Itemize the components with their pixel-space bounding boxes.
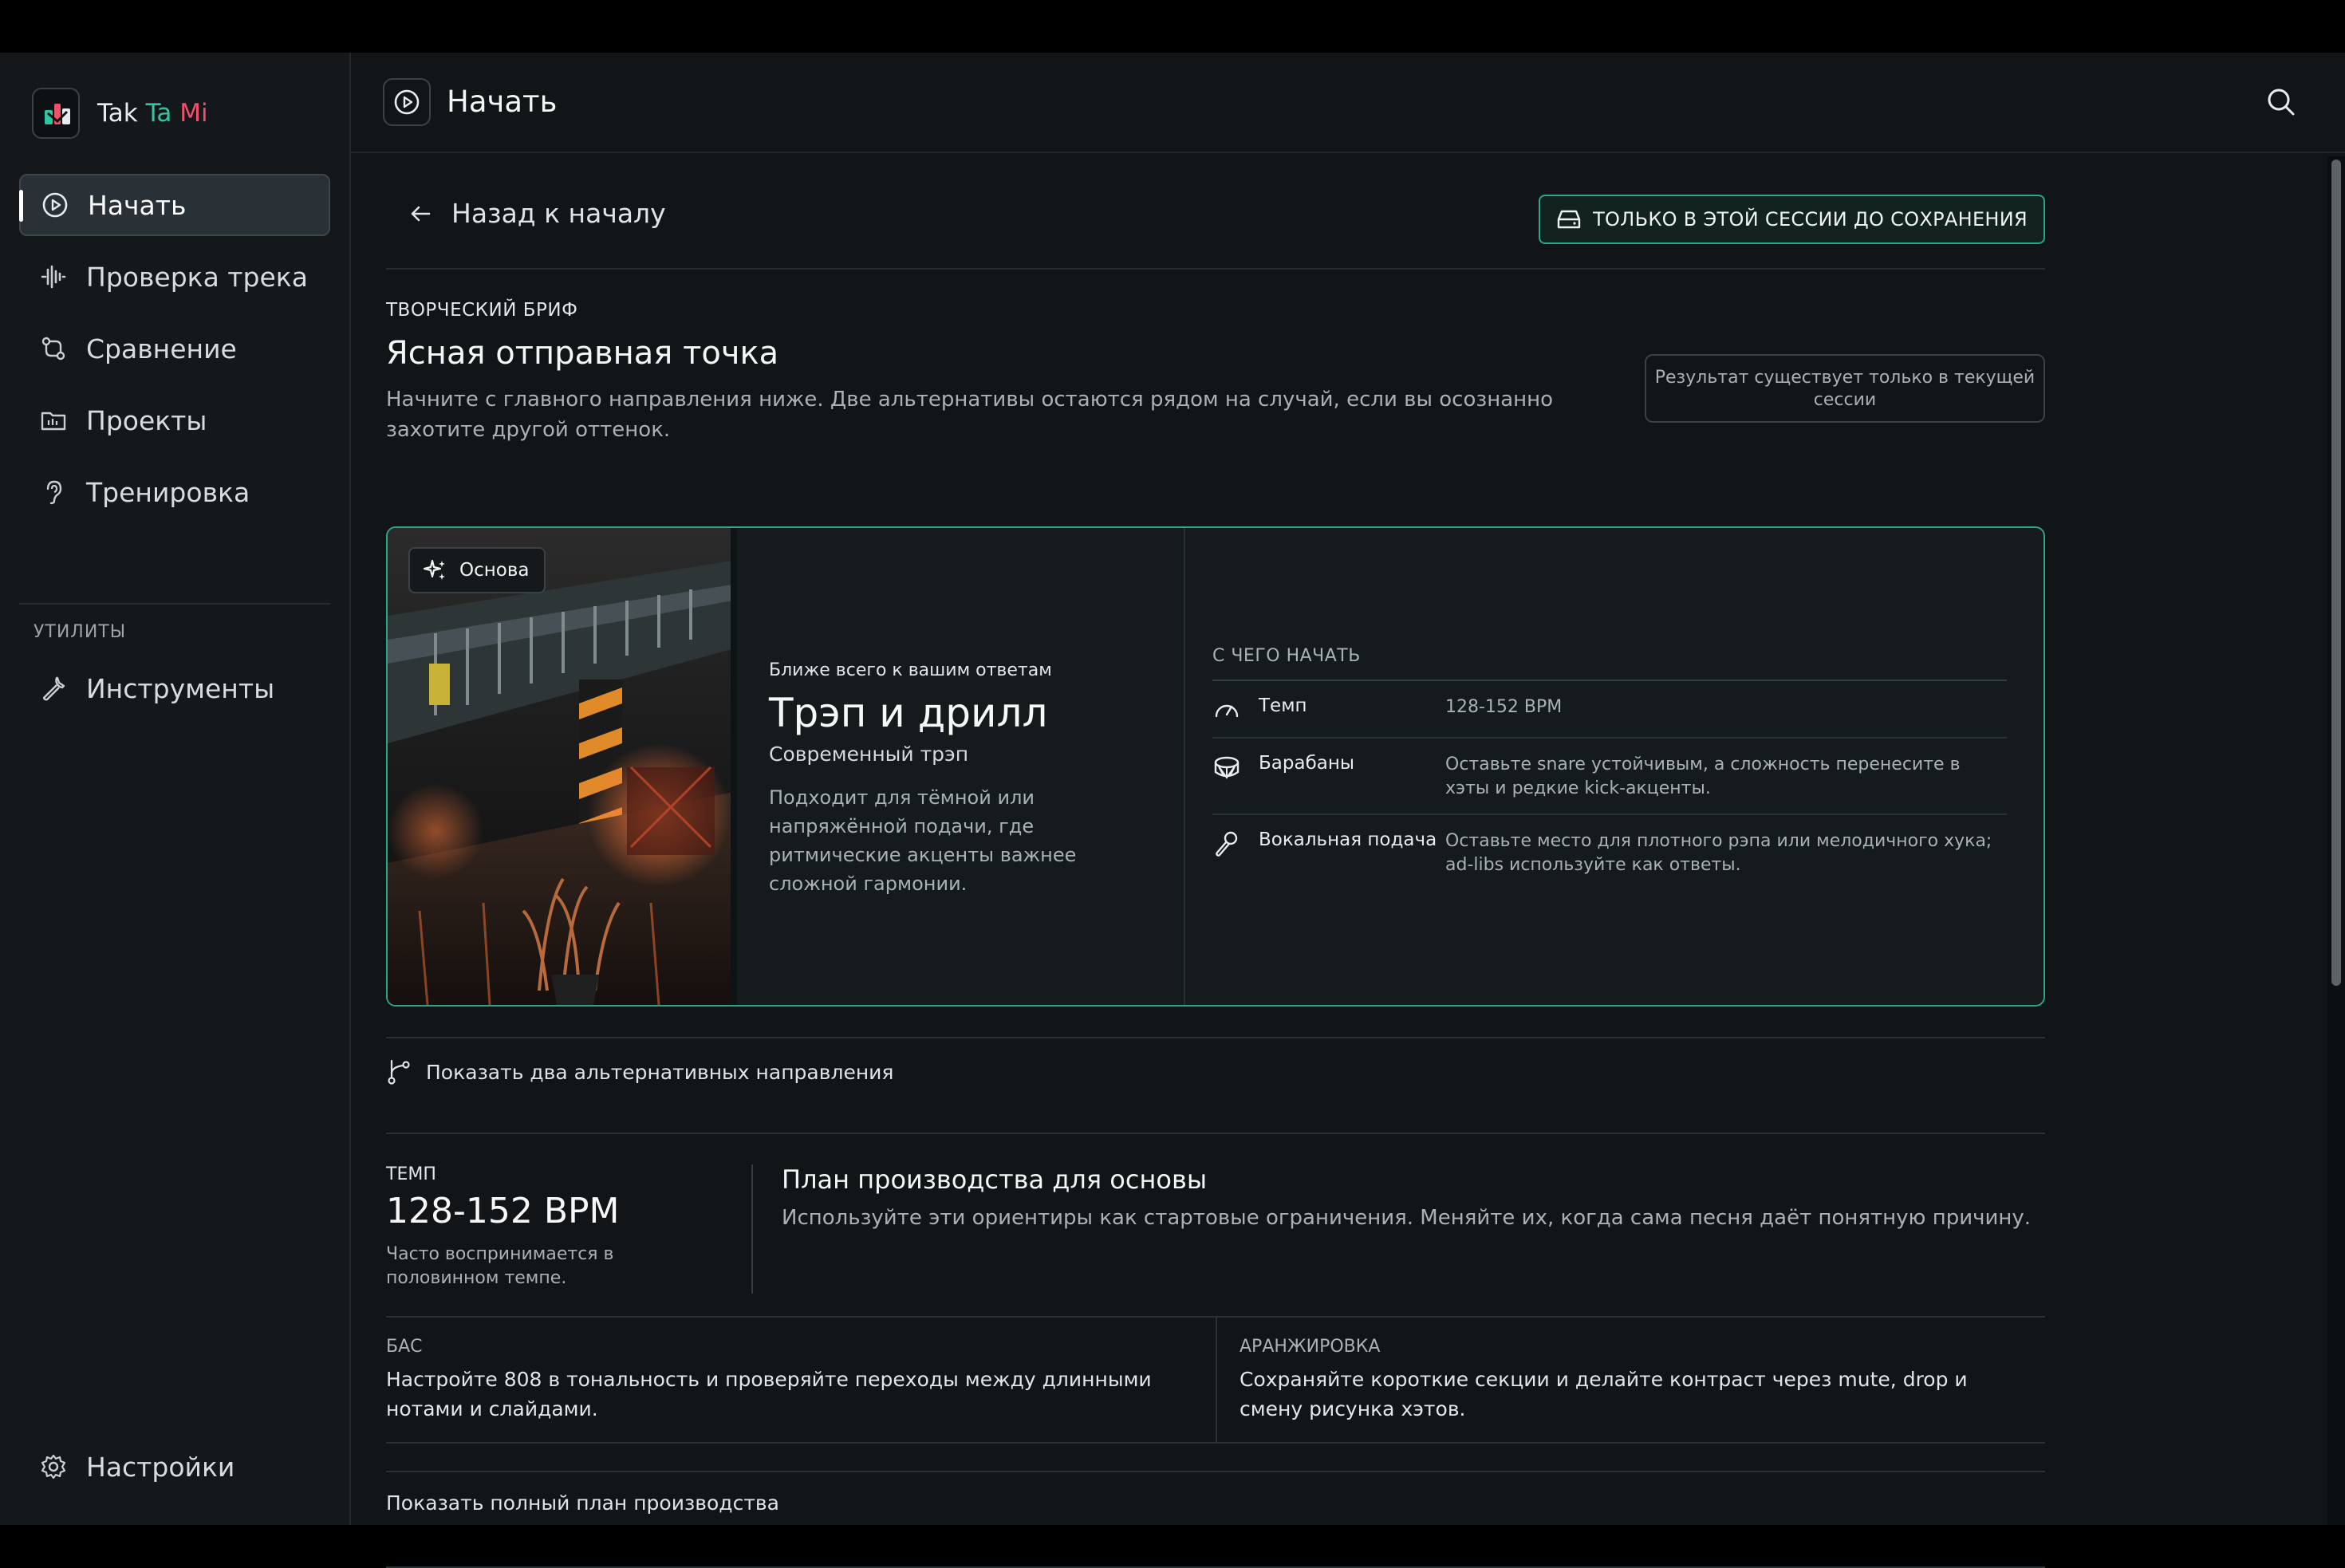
primary-title: Трэп и дрилл [769,690,1048,736]
primary-subtitle: Современный трэп [769,743,969,766]
brand-logo-icon [32,88,80,139]
page-header: Начать [351,53,2345,153]
primary-description: Подходит для тёмной или напряжённой пода… [769,786,1077,895]
primary-card-text: Ближе всего к вашим ответам Трэп и дрилл… [769,660,1152,898]
tempo-eyebrow: ТЕМП [386,1164,436,1184]
back-to-start-link[interactable]: Назад к началу [407,198,666,229]
brief-description: Начните с главного направления ниже. Две… [386,388,1554,442]
start-row-value: Оставьте snare устойчивым, а сложность п… [1445,754,1961,798]
plan-grid: БАС Настройте 808 в тональность и провер… [386,1316,2045,1444]
page-title: Начать [447,85,558,119]
waveform-icon [41,265,66,289]
brand[interactable]: Tak Ta Mi [32,88,208,139]
sidebar-item-label: Проверка трека [86,261,308,293]
tempo-note: Часто воспринимается в половинном темпе. [386,1244,614,1288]
production-plan: План производства для основы Используйте… [782,1164,2042,1230]
header-play-circle-icon [383,78,431,126]
sidebar: Tak Ta Mi Начать Проверка трека Сравнени… [0,53,351,1525]
ear-icon [46,480,62,505]
sidebar-item-label: Начать [88,189,187,221]
brand-name-part1: Tak [97,99,138,128]
search-icon[interactable] [2265,86,2297,118]
start-row-value: Оставьте место для плотного рэпа или мел… [1445,831,1992,875]
sidebar-divider [19,603,330,605]
start-row-label: Барабаны [1259,753,1355,774]
storage-icon [1557,210,1581,229]
arrangement-eyebrow: АРАНЖИРОВКА [1240,1337,1381,1357]
wrench-icon [42,676,65,701]
primary-badge: Основа [408,547,546,593]
sidebar-item-track-check[interactable]: Проверка трека [19,246,330,308]
back-link-label: Назад к началу [451,198,666,229]
bass-eyebrow: БАС [386,1337,423,1357]
show-alternatives-label: Показать два альтернативных направления [426,1060,894,1084]
brand-name-part3: Mi [179,99,208,128]
brand-name-part2: Ta [145,99,172,128]
arrow-left-icon [411,206,431,221]
start-row-label: Темп [1259,695,1307,716]
tempo-value: 128-152 BPM [386,1191,620,1231]
session-note: Результат существует только в текущей се… [1645,354,2045,423]
sidebar-item-projects[interactable]: Проекты [19,389,330,451]
folder-icon [41,412,66,431]
sidebar-item-compare[interactable]: Сравнение [19,317,330,380]
primary-direction-card[interactable]: Основа Ближе всего к вашим ответам Трэп … [386,526,2045,1007]
sidebar-item-label: Инструменты [86,672,275,704]
brief-eyebrow: ТВОРЧЕСКИЙ БРИФ [386,300,578,321]
top-black-bar [0,0,2345,53]
sidebar-item-label: Сравнение [86,333,237,364]
sidebar-item-tools[interactable]: Инструменты [19,657,330,719]
primary-badge-label: Основа [459,560,530,581]
start-row-label: Вокальная подача [1259,829,1437,850]
start-row-vocals: Вокальная подача Оставьте место для плот… [1212,815,2007,890]
production-plan-title: План производства для основы [782,1164,1208,1195]
back-row: Назад к началу ТОЛЬКО В ЭТОЙ СЕССИИ ДО С… [386,153,2045,270]
utilities-heading: УТИЛИТЫ [34,622,127,642]
sparkle-icon [423,559,445,580]
card-divider [1184,528,1185,1005]
sidebar-item-training[interactable]: Тренировка [19,461,330,523]
tempo-block: ТЕМП 128-152 BPM Часто воспринимается в … [386,1164,753,1294]
bass-text: Настройте 808 в тональность и проверяйте… [386,1368,1152,1420]
play-circle-icon [42,192,68,218]
arrangement-cell: АРАНЖИРОВКА Сохраняйте короткие секции и… [1240,1318,2045,1442]
session-status-label: ТОЛЬКО В ЭТОЙ СЕССИИ ДО СОХРАНЕНИЯ [1593,208,2028,230]
where-to-start: С ЧЕГО НАЧАТЬ Темп 128-152 BPM Барабаны … [1212,646,2007,890]
arrangement-text: Сохраняйте короткие секции и делайте кон… [1240,1368,1968,1420]
compare-icon [41,337,65,360]
urban-bridge-image [388,528,737,1005]
main-area: Начать Назад к началу ТОЛЬКО В ЭТОЙ СЕСС… [351,53,2345,1568]
sidebar-item-start[interactable]: Начать [19,174,330,236]
gear-icon [41,1454,66,1479]
primary-eyebrow: Ближе всего к вашим ответам [769,660,1052,680]
session-status-badge: ТОЛЬКО В ЭТОЙ СЕССИИ ДО СОХРАНЕНИЯ [1539,195,2045,244]
start-row-tempo: Темп 128-152 BPM [1212,681,2007,739]
full-plan-row: Показать полный план производства [386,1471,2045,1568]
sidebar-nav: Начать Проверка трека Сравнение Проекты … [19,174,330,533]
brand-name: Tak Ta Mi [97,99,208,128]
drum-icon [1214,756,1240,779]
sidebar-item-label: Тренировка [86,476,250,508]
gauge-icon [1215,704,1239,718]
scrollbar-thumb[interactable] [2331,160,2341,986]
bass-cell: БАС Настройте 808 в тональность и провер… [386,1318,1217,1442]
sidebar-item-settings[interactable]: Настройки [19,1436,330,1498]
where-to-start-heading: С ЧЕГО НАЧАТЬ [1212,646,2007,681]
sidebar-item-label: Проекты [86,404,207,436]
microphone-icon [1216,831,1238,857]
sidebar-item-label: Настройки [86,1451,235,1483]
branch-icon [388,1059,410,1085]
show-full-plan-button[interactable]: Показать полный план производства [386,1491,779,1515]
sidebar-utilities: Инструменты [19,657,330,729]
production-plan-description: Используйте эти ориентиры как стартовые … [782,1206,2032,1230]
show-alternatives-button[interactable]: Показать два альтернативных направления [386,1058,893,1086]
sidebar-footer: Настройки [19,1436,330,1507]
start-row-value: 128-152 BPM [1445,697,1563,717]
start-row-drums: Барабаны Оставьте snare устойчивым, а сл… [1212,739,2007,815]
brief-title: Ясная отправная точка [386,335,779,372]
alternatives-row: Показать два альтернативных направления [386,1037,2045,1134]
